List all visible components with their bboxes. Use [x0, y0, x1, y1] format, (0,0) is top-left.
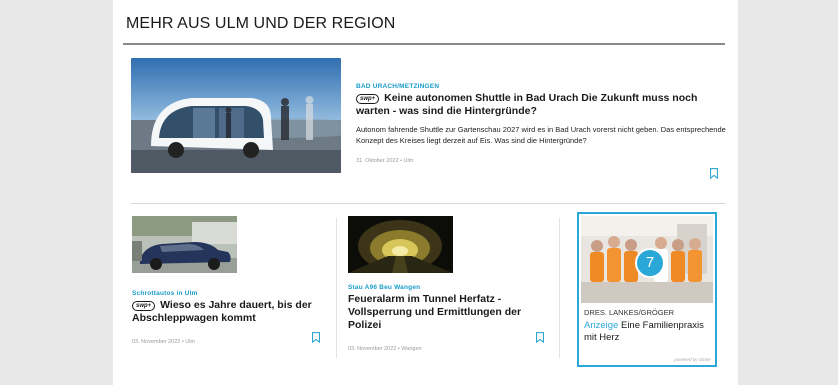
article-card[interactable]: Schrottautos in Ulm swp+ Wieso es Jahre … [132, 216, 322, 366]
lead-headline[interactable]: swp+ Keine autonomen Shuttle in Bad Urac… [356, 92, 726, 118]
article-card-image[interactable] [132, 216, 237, 273]
lead-article[interactable]: BAD URACH/METZINGEN swp+ Keine autonomen… [131, 58, 726, 188]
card-meta: 03. November 2022 • Wangen [348, 346, 422, 352]
article-card-body: Schrottautos in Ulm swp+ Wieso es Jahre … [132, 290, 322, 345]
ad-badge-number: 7 [635, 248, 665, 278]
card-separator [559, 218, 560, 358]
section-title: MEHR AUS ULM UND DER REGION [126, 15, 396, 32]
card-kicker: Schrottautos in Ulm [132, 290, 198, 297]
lead-kicker: BAD URACH/METZINGEN [356, 83, 440, 90]
card-headline[interactable]: Feueralarm im Tunnel Herfatz - Vollsperr… [348, 293, 540, 332]
section-header: MEHR AUS ULM UND DER REGION [123, 12, 725, 45]
article-card[interactable]: Stau A96 Beu Wangen Feueralarm im Tunnel… [348, 216, 548, 366]
card-headline[interactable]: swp+ Wieso es Jahre dauert, bis der Absc… [132, 299, 322, 325]
lead-headline-text: Keine autonomen Shuttle in Bad Urach Die… [356, 92, 698, 117]
swp-plus-badge: swp+ [132, 301, 156, 311]
bookmark-icon[interactable] [710, 168, 718, 179]
lead-article-image[interactable] [131, 58, 341, 173]
ad-label: Anzeige [584, 320, 619, 331]
ad-image[interactable]: 7 [581, 216, 713, 303]
swp-plus-badge: swp+ [356, 94, 380, 104]
ad-brand: DRES. LANKES/GRÖGER [584, 308, 675, 317]
ad-footer: powered by Ströer [674, 357, 711, 362]
card-separator [336, 218, 337, 358]
card-kicker: Stau A96 Beu Wangen [348, 284, 421, 291]
lead-meta: 31. Oktober 2022 • Ulm [356, 158, 414, 164]
bookmark-icon[interactable] [536, 332, 544, 343]
card-meta: 03. November 2022 • Ulm [132, 339, 196, 345]
lead-article-body: BAD URACH/METZINGEN swp+ Keine autonomen… [356, 83, 726, 164]
article-card-image[interactable] [348, 216, 453, 273]
main-panel: MEHR AUS ULM UND DER REGION BAD URACH/ME… [113, 0, 738, 385]
lead-teaser: Autonom fahrende Shuttle zur Gartenschau… [356, 125, 726, 145]
article-card-body: Stau A96 Beu Wangen Feueralarm im Tunnel… [348, 284, 540, 352]
section-divider [131, 203, 726, 204]
ad-card[interactable]: 7 DRES. LANKES/GRÖGER Anzeige Eine Famil… [577, 212, 717, 367]
ad-text[interactable]: Anzeige Eine Familienpraxis mit Herz [584, 320, 714, 344]
card-headline-text: Wieso es Jahre dauert, bis der Abschlepp… [132, 299, 312, 324]
bookmark-icon[interactable] [312, 332, 320, 343]
